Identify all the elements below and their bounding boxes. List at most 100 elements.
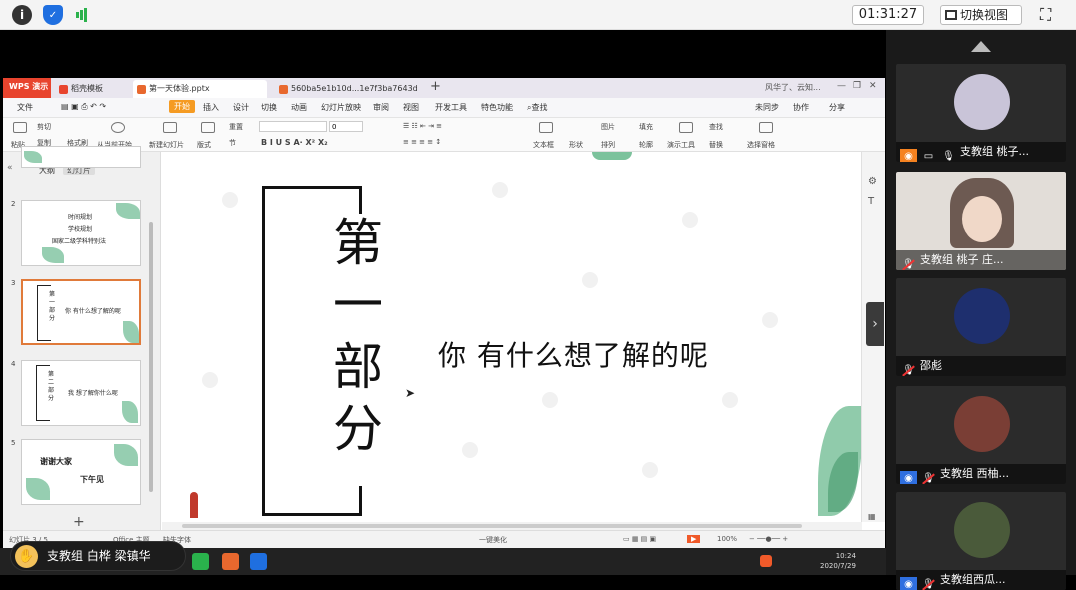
switch-view-button[interactable]: 切换视图 <box>940 5 1022 25</box>
participant-tile[interactable]: ◉ ▭ 🎙 支教组 桃子... <box>896 64 1066 162</box>
add-slide-icon[interactable]: + <box>73 514 85 530</box>
new-slide-icon[interactable] <box>163 122 177 133</box>
menu-insert[interactable]: 插入 <box>203 102 219 113</box>
textbox-button[interactable]: 文本框 <box>533 140 554 150</box>
tab-hash-file[interactable]: 560ba5e1b10d...1e7f3ba7643d <box>275 80 425 98</box>
presentation-tools-icon[interactable] <box>679 122 693 133</box>
menu-features[interactable]: 特色功能 <box>481 102 513 113</box>
add-tab-icon[interactable]: + <box>430 79 441 94</box>
menu-animation[interactable]: 动画 <box>291 102 307 113</box>
microphone-muted-icon: 🎙 <box>900 257 917 270</box>
menu-file[interactable]: 文件 <box>17 102 33 113</box>
paste-icon[interactable] <box>13 122 27 133</box>
tab-templates[interactable]: 稻壳模板 <box>55 80 127 98</box>
host-icon: ◉ <box>900 149 917 162</box>
close-icon[interactable]: ✕ <box>869 81 877 91</box>
outline-button[interactable]: 轮廓 <box>639 140 653 150</box>
select-pane-icon[interactable] <box>759 122 773 133</box>
slide-thumbnail-2[interactable]: 时间规划 学校规划 国家二级学科特别法 <box>21 200 141 266</box>
participant-tile[interactable]: ◉ 🎙 支教组西瓜... <box>896 492 1066 590</box>
font-family-select[interactable] <box>259 121 327 132</box>
menu-home[interactable]: 开始 <box>169 100 195 113</box>
expand-panel-icon[interactable]: › <box>866 302 884 346</box>
presentation-tools-button[interactable]: 演示工具 <box>667 140 695 150</box>
minimize-icon[interactable]: — <box>837 81 846 91</box>
beautify-button[interactable]: 一键美化 <box>479 535 507 545</box>
layout-icon[interactable] <box>201 122 215 133</box>
participant-label: 支教组 西柚... <box>940 467 1009 480</box>
signal-strength-icon[interactable] <box>72 5 92 25</box>
pptx-file-icon <box>137 85 146 94</box>
wps-logo[interactable]: WPS 演示 <box>3 78 51 98</box>
grid-icon[interactable]: ▦ <box>868 512 876 521</box>
participant-tile[interactable]: 🎙 支教组 桃子 庄... <box>896 172 1066 270</box>
slide-thumbnail-4[interactable]: 第二部分 我 想了解你什么呢 <box>21 360 141 426</box>
zoom-level[interactable]: 100% <box>717 535 737 543</box>
restore-icon[interactable]: ❐ <box>853 81 861 91</box>
collapse-panel-icon[interactable]: « <box>7 163 13 173</box>
layout-button[interactable]: 版式 <box>197 140 211 150</box>
info-icon[interactable]: i <box>12 5 32 25</box>
participant-tile[interactable]: ◉ 🎙 支教组 西柚... <box>896 386 1066 484</box>
menu-transition[interactable]: 切换 <box>261 102 277 113</box>
arrange-button[interactable]: 排列 <box>601 140 615 150</box>
wechat-icon[interactable] <box>192 553 209 570</box>
paragraph-list-buttons[interactable]: ☰ ☷ ⇤ ⇥ ≡ <box>403 122 442 130</box>
slide-thumbnail-5[interactable]: 谢谢大家 下午见 <box>21 439 141 505</box>
section-button[interactable]: 节 <box>229 138 236 148</box>
menu-design[interactable]: 设计 <box>233 102 249 113</box>
meeting-app-icon[interactable] <box>250 553 267 570</box>
shared-screen: WPS 演示 稻壳模板 第一天体验.pptx 560ba5e1b10d...1e… <box>3 78 885 548</box>
find-button[interactable]: 查找 <box>709 122 723 132</box>
scrollbar-thumb[interactable] <box>182 524 802 528</box>
thumb-vertical-title: 第一部分 <box>49 291 56 322</box>
text-tool-icon[interactable]: T <box>868 196 874 207</box>
user-account[interactable]: 风华了、云知... <box>765 82 821 93</box>
menu-developer[interactable]: 开发工具 <box>435 102 467 113</box>
view-mode-icons[interactable]: ▭ ▦ ▤ ▣ <box>623 535 656 543</box>
slide-subtitle[interactable]: 你 有什么想了解的呢 <box>438 334 709 374</box>
new-slide-button[interactable]: 新建幻灯片 <box>149 140 184 150</box>
title-bracket <box>359 186 362 214</box>
wps-taskbar-icon[interactable] <box>222 553 239 570</box>
menu-slideshow[interactable]: 幻灯片放映 <box>321 102 361 113</box>
security-shield-icon[interactable]: ✓ <box>43 5 63 25</box>
slide-vertical-title[interactable]: 第 一 部 分 <box>328 212 388 460</box>
slide-thumbnail-3[interactable]: 第一部分 你 有什么想了解的呢 <box>21 279 141 345</box>
input-method-icon[interactable] <box>760 555 772 567</box>
menu-review[interactable]: 审阅 <box>373 102 389 113</box>
text-format-buttons[interactable]: B I U S A· X² X₂ <box>261 138 328 147</box>
tab-pptx-file[interactable]: 第一天体验.pptx <box>133 80 267 98</box>
select-pane-button[interactable]: 选择窗格 <box>747 140 775 150</box>
play-icon[interactable] <box>111 122 125 133</box>
picture-button[interactable]: 图片 <box>601 122 615 132</box>
paragraph-align-buttons[interactable]: ≡ ≡ ≡ ≡ ↕ <box>403 138 441 146</box>
thumbnail-scrollbar[interactable] <box>149 222 153 492</box>
fullscreen-icon[interactable]: ⛶ <box>1040 5 1060 25</box>
share-button[interactable]: 分享 <box>829 102 845 113</box>
reset-button[interactable]: 重置 <box>229 122 243 132</box>
wps-tab-bar: WPS 演示 稻壳模板 第一天体验.pptx 560ba5e1b10d...1e… <box>3 78 885 98</box>
background-pattern <box>492 182 508 198</box>
properties-icon[interactable]: ⚙ <box>868 176 877 187</box>
replace-button[interactable]: 替换 <box>709 140 723 150</box>
textbox-icon[interactable] <box>539 122 553 133</box>
menu-save-icon[interactable]: ▤ ▣ ⎙ ↶ ↷ <box>61 102 106 112</box>
slide-canvas[interactable]: 第 一 部 分 你 有什么想了解的呢 ➤ <box>162 152 862 522</box>
participant-tile[interactable]: 🎙 邵彪 <box>896 278 1066 376</box>
menu-view[interactable]: 视图 <box>403 102 419 113</box>
slide-thumbnail-1[interactable] <box>21 146 141 168</box>
sync-status[interactable]: 未同步 <box>755 102 779 113</box>
participant-name: 🎙 邵彪 <box>896 356 1066 376</box>
font-size-select[interactable]: 0 <box>329 121 363 132</box>
shape-button[interactable]: 形状 <box>569 140 583 150</box>
fill-button[interactable]: 填充 <box>639 122 653 132</box>
play-slideshow-icon[interactable]: ▶ <box>687 535 701 543</box>
collaborate-button[interactable]: 协作 <box>793 102 809 113</box>
cut-button[interactable]: 剪切 <box>37 122 51 132</box>
scroll-up-icon[interactable] <box>971 41 991 52</box>
menu-search[interactable]: ⌕查找 <box>527 102 547 113</box>
canvas-horizontal-scrollbar[interactable] <box>162 522 862 530</box>
zoom-slider[interactable]: − ──●── + <box>749 535 788 543</box>
title-char: 部 <box>333 338 383 396</box>
